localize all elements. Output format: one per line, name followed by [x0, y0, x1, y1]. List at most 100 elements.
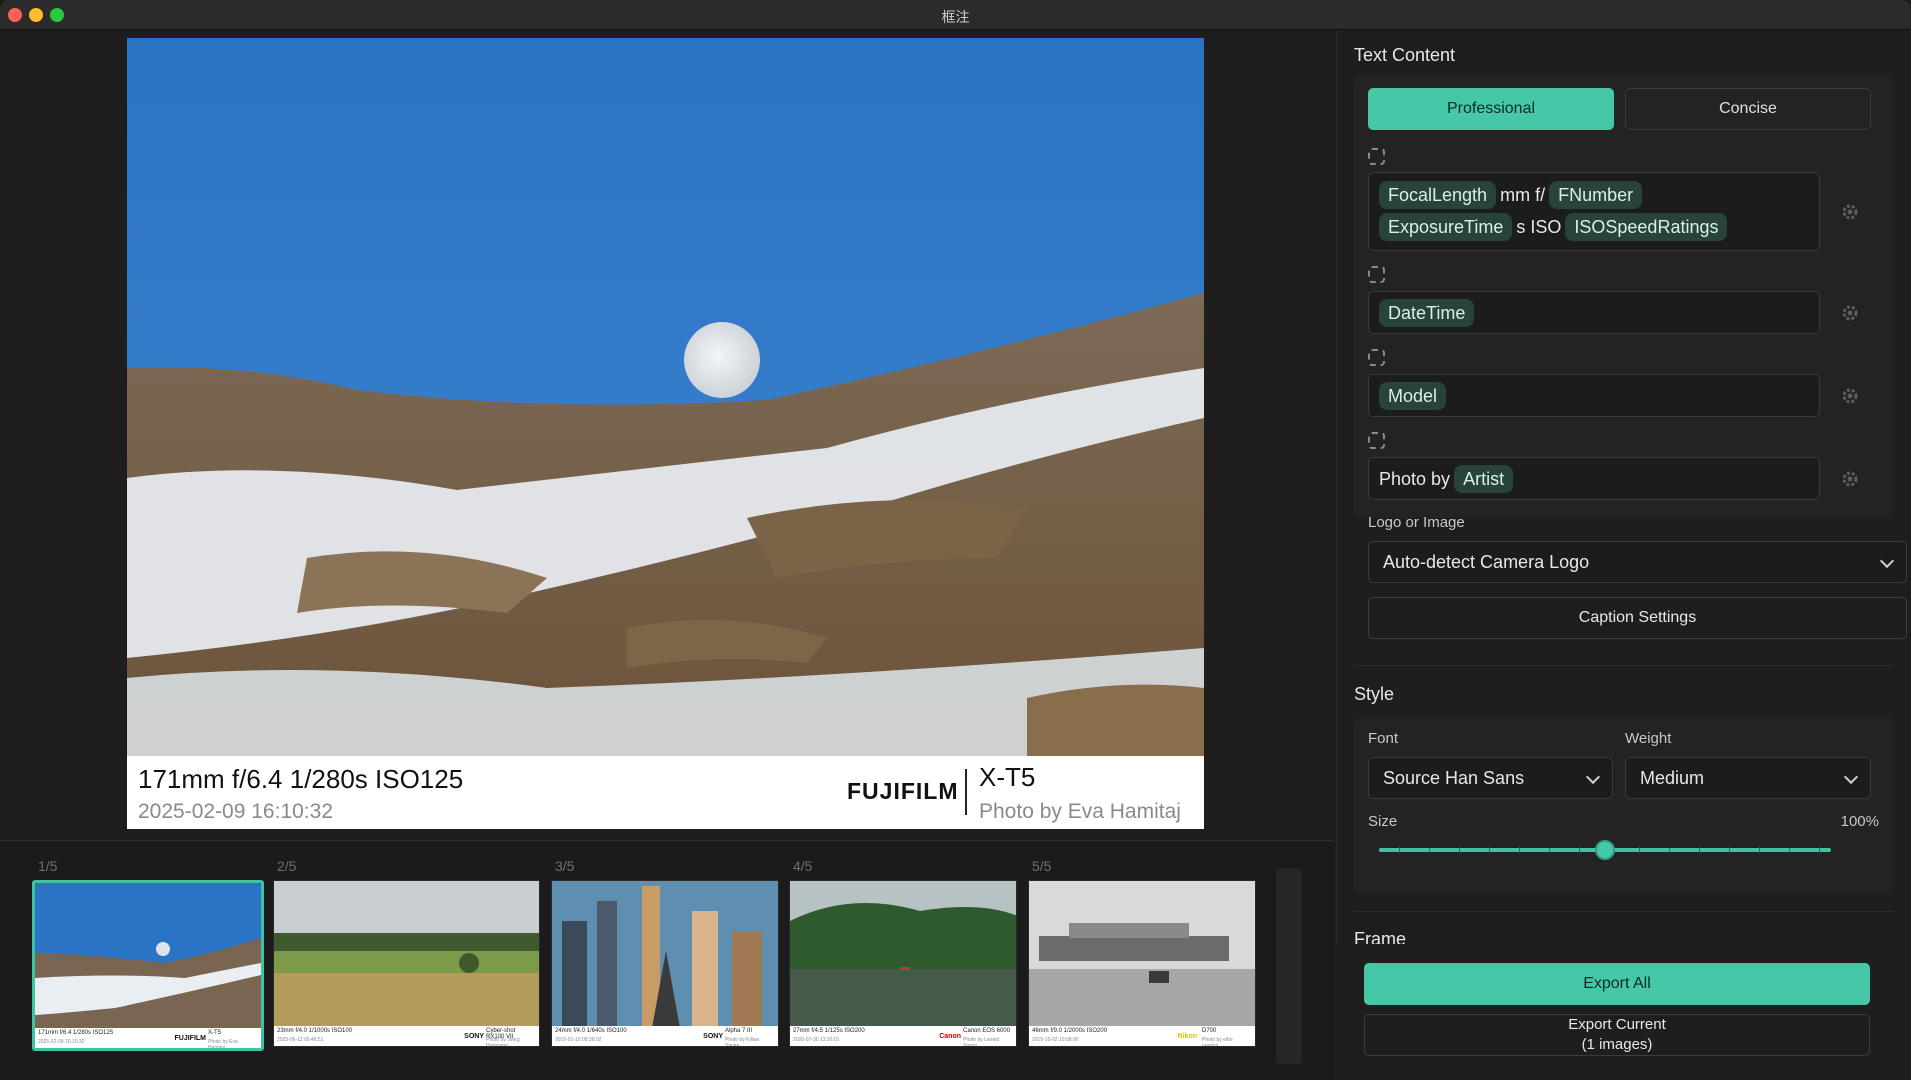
slider-tick: [1519, 847, 1520, 853]
size-value: 100%: [1840, 813, 1879, 830]
caption-bar: 171mm f/6.4 1/280s ISO125 2025-02-09 16:…: [127, 756, 1204, 829]
weight-select-value: Medium: [1640, 767, 1705, 788]
thumb-artist: Photo by Killian Squire: [725, 1037, 760, 1047]
caption-artist: Photo by Eva Hamitaj: [979, 800, 1181, 823]
camera-brand-logo: FUJIFILM: [847, 778, 959, 804]
slider-tick: [1639, 847, 1640, 853]
size-slider-thumb[interactable]: [1595, 840, 1615, 860]
literal-text: s ISO: [1516, 217, 1562, 237]
slider-tick: [1399, 847, 1400, 853]
thumb-logo: FUJIFILM: [174, 1035, 207, 1042]
thumbnail[interactable]: 46mm f/9.0 1/2000s ISO200 2015-10-02 10:…: [1028, 880, 1256, 1047]
thumb-caption-line2: 2025-02-09 16:10:32: [38, 1039, 85, 1045]
thumb-model: Canon EOS 6000: [963, 1028, 1011, 1034]
token-model[interactable]: Model: [1379, 382, 1447, 410]
section-divider: [1354, 911, 1893, 912]
caption-model: X-T5: [979, 762, 1036, 792]
thumb-caption-line1: 24mm f/4.0 1/640s ISO100: [555, 1028, 627, 1034]
logo-select-value: Auto-detect Camera Logo: [1383, 551, 1590, 572]
thumb-caption: 24mm f/4.0 1/640s ISO100 2019-01-10 09:3…: [552, 1026, 778, 1046]
chevron-down-icon: [1843, 769, 1859, 785]
exif-template-field[interactable]: FocalLength mm f/FNumber ExposureTime s IS…: [1368, 172, 1820, 251]
title-bar: 框注: [0, 0, 1911, 30]
gear-icon[interactable]: [1840, 303, 1860, 323]
export-current-label: Export Current: [1568, 1016, 1666, 1033]
filmstrip-scroll-area[interactable]: [1276, 868, 1302, 1064]
thumbnail-selected[interactable]: 171mm f/6.4 1/280s ISO125 2025-02-09 16:…: [32, 880, 264, 1051]
weight-select[interactable]: Medium: [1625, 757, 1871, 799]
token-exposuretime[interactable]: ExposureTime: [1379, 213, 1513, 241]
thumb-logo: Nikon: [1177, 1033, 1197, 1040]
row3-checkbox[interactable]: [1368, 349, 1385, 366]
weight-label: Weight: [1625, 730, 1672, 747]
window-title: 框注: [941, 9, 970, 25]
thumb-caption-line2: 2019-01-10 09:36:02: [555, 1037, 602, 1043]
section-title-style: Style: [1354, 684, 1395, 704]
caption-exif-line: 171mm f/6.4 1/280s ISO125: [138, 764, 464, 794]
thumb-caption-line1: 171mm f/6.4 1/280s ISO125: [38, 1030, 114, 1036]
datetime-template-field[interactable]: DateTime: [1368, 291, 1820, 334]
slider-tick: [1489, 847, 1490, 853]
model-template-field[interactable]: Model: [1368, 374, 1820, 417]
thumb-artist: Photo by Joerg Hartmann: [486, 1037, 520, 1047]
slider-tick: [1579, 847, 1580, 853]
thumb-artist: Photo by Leonid Simon: [963, 1037, 1000, 1047]
thumb-artist: Photo by elbo nandyo: [1202, 1037, 1233, 1047]
slider-tick: [1669, 847, 1670, 853]
size-label: Size: [1368, 813, 1398, 830]
gear-icon[interactable]: [1840, 202, 1860, 222]
slider-tick: [1429, 847, 1430, 853]
thumb-index: 3/5: [555, 858, 575, 874]
token-artist[interactable]: Artist: [1454, 465, 1514, 493]
caption-divider: [965, 769, 967, 815]
thumb-caption-line2: 2020-07-30 13:26:01: [793, 1037, 840, 1043]
token-datetime[interactable]: DateTime: [1379, 299, 1475, 327]
thumb-caption-line1: 46mm f/9.0 1/2000s ISO200: [1032, 1028, 1108, 1034]
thumb-caption: 27mm f/4.5 1/125s ISO200 2020-07-30 13:2…: [790, 1026, 1016, 1046]
slider-tick: [1819, 847, 1820, 853]
thumb-caption-line2: 2015-10-02 10:08:00: [1032, 1037, 1079, 1043]
token-fnumber[interactable]: FNumber: [1549, 181, 1643, 209]
slider-tick: [1759, 847, 1760, 853]
caption-settings-button[interactable]: Caption Settings: [1368, 597, 1907, 639]
gear-icon[interactable]: [1840, 386, 1860, 406]
thumb-caption-line1: 27mm f/4.5 1/125s ISO200: [793, 1028, 865, 1034]
mode-concise-button[interactable]: Concise: [1625, 88, 1871, 130]
literal-text: mm f/: [1500, 185, 1546, 205]
thumb-caption-line1: 23mm f/4.0 1/1000s ISO100: [277, 1028, 353, 1034]
mode-professional-button[interactable]: Professional: [1368, 88, 1614, 130]
thumb-logo: SONY: [703, 1033, 723, 1040]
thumb-caption: 171mm f/6.4 1/280s ISO125 2025-02-09 16:…: [35, 1028, 261, 1048]
style-card: Font Source Han Sans Weight Medium Size …: [1354, 716, 1893, 894]
thumb-logo: SONY: [464, 1033, 484, 1040]
token-isospeedratings[interactable]: ISOSpeedRatings: [1565, 213, 1728, 241]
thumb-index: 4/5: [793, 858, 813, 874]
logo-select[interactable]: Auto-detect Camera Logo: [1368, 541, 1907, 583]
slider-tick: [1789, 847, 1790, 853]
slider-tick: [1549, 847, 1550, 853]
font-select[interactable]: Source Han Sans: [1368, 757, 1613, 799]
row1-checkbox[interactable]: [1368, 148, 1385, 165]
thumb-index: 1/5: [38, 858, 58, 874]
export-current-button[interactable]: Export Current (1 images): [1364, 1014, 1870, 1056]
row2-checkbox[interactable]: [1368, 266, 1385, 283]
framed-photo-preview: 171mm f/6.4 1/280s ISO125 2025-02-09 16:…: [127, 38, 1204, 829]
thumbnail[interactable]: 27mm f/4.5 1/125s ISO200 2020-07-30 13:2…: [789, 880, 1017, 1047]
token-focallength[interactable]: FocalLength: [1379, 181, 1497, 209]
thumbnail[interactable]: 23mm f/4.0 1/1000s ISO100 2025-06-13 09:…: [273, 880, 540, 1047]
export-current-count: (1 images): [1581, 1036, 1653, 1053]
font-select-value: Source Han Sans: [1383, 767, 1525, 788]
row4-checkbox[interactable]: [1368, 432, 1385, 449]
artist-template-field[interactable]: Photo by Artist: [1368, 457, 1820, 500]
export-all-button[interactable]: Export All: [1364, 963, 1870, 1005]
thumbnail[interactable]: 24mm f/4.0 1/640s ISO100 2019-01-10 09:3…: [551, 880, 779, 1047]
chevron-down-icon: [1879, 553, 1895, 569]
thumb-index: 5/5: [1032, 858, 1052, 874]
thumb-caption-line2: 2025-06-13 09:46:51: [277, 1037, 324, 1043]
preview-canvas: 171mm f/6.4 1/280s ISO125 2025-02-09 16:…: [0, 31, 1334, 841]
gear-icon[interactable]: [1840, 469, 1860, 489]
section-title-text-content: Text Content: [1354, 45, 1456, 65]
chevron-down-icon: [1585, 769, 1601, 785]
logo-label: Logo or Image: [1368, 514, 1465, 531]
preview-photo: [127, 38, 1204, 756]
